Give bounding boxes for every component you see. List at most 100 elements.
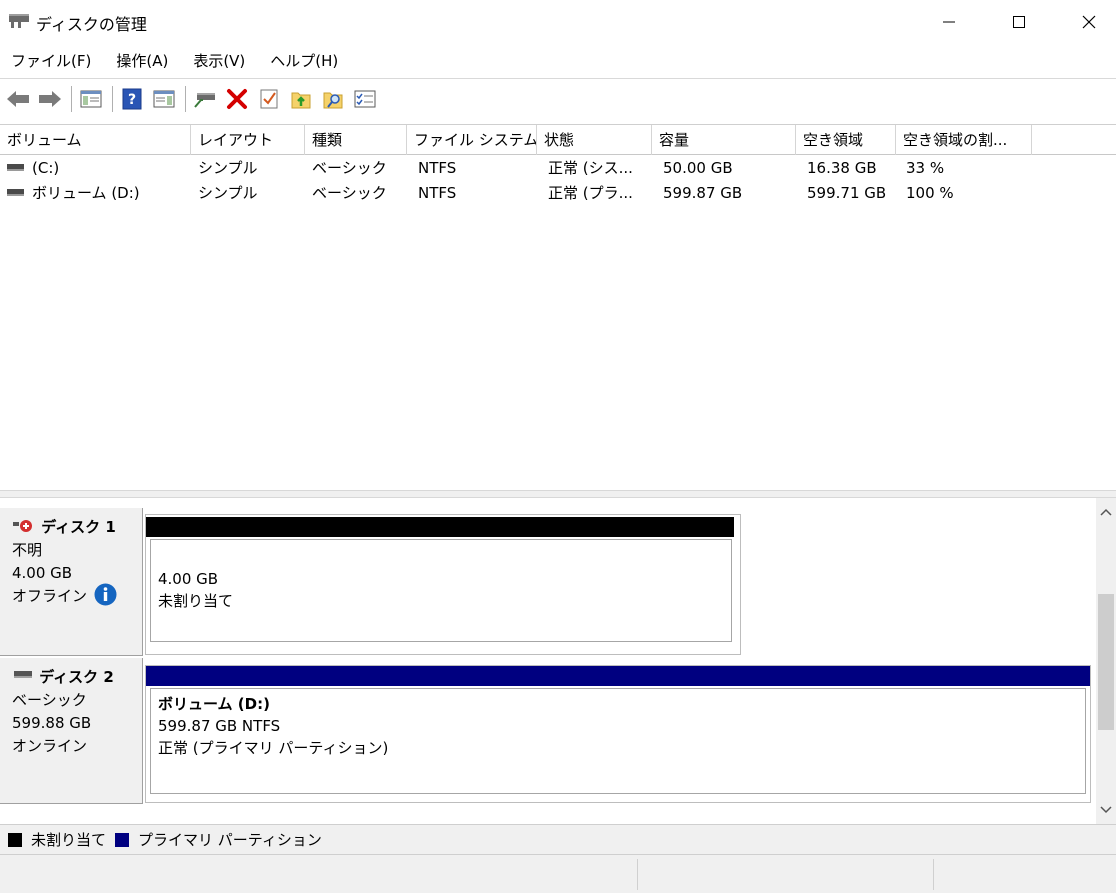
volume-icon [7, 189, 24, 196]
file-system-cell: NTFS [418, 159, 457, 177]
disk-1-type: 不明 [12, 541, 43, 559]
checklist-button[interactable] [254, 84, 284, 114]
layout-cell: シンプル [198, 159, 258, 177]
partition-label: 未割り当て [158, 592, 234, 610]
delete-button[interactable] [222, 84, 252, 114]
volume-cell: (C:) [7, 156, 191, 181]
folder-up-icon [291, 92, 311, 109]
chevron-down-icon [1100, 806, 1112, 814]
close-button[interactable] [1054, 0, 1116, 44]
disk-2-type: ベーシック [12, 691, 87, 709]
legend-label-unallocated: 未割り当て [31, 831, 107, 849]
checklist-icon [260, 89, 278, 109]
unallocated-color-bar [146, 517, 734, 537]
primary-partition-d[interactable]: ボリューム (D:) 599.87 GB NTFS 正常 (プライマリ パーティ… [145, 665, 1091, 803]
menu-bar: ファイル(F) 操作(A) 表示(V) ヘルプ(H) [0, 44, 1116, 78]
minimize-icon [943, 21, 955, 23]
table-row[interactable]: ボリューム (D:) シンプル ベーシック NTFS 正常 (プラ... 599… [0, 181, 1116, 206]
column-header-capacity[interactable]: 容量 [652, 125, 796, 155]
offline-disk-icon [13, 519, 32, 532]
status-cell: 正常 (プラ... [548, 184, 633, 202]
scrollbar-thumb[interactable] [1098, 594, 1114, 730]
volume-list-header: ボリューム レイアウト 種類 ファイル システム 状態 容量 空き領域 空き領域… [0, 125, 1116, 155]
disk-2-name: ディスク 2 [39, 668, 114, 686]
percent-free-cell: 100 % [906, 184, 954, 202]
disk-1-size: 4.00 GB [12, 564, 73, 582]
column-header-percent-free[interactable]: 空き領域の割... [896, 125, 1032, 155]
back-arrow-icon [7, 91, 29, 107]
delete-icon [227, 89, 247, 109]
disk-1-name: ディスク 1 [41, 518, 116, 536]
console-tree-button[interactable] [76, 84, 106, 114]
disk-1-label[interactable]: ディスク 1 不明 4.00 GB オフライン [0, 508, 143, 656]
window-title: ディスクの管理 [36, 15, 147, 34]
show-action-pane-icon [153, 90, 175, 108]
disk-1-title: ディスク 1 [12, 516, 142, 539]
menu-file[interactable]: ファイル(F) [4, 44, 98, 78]
type-cell: ベーシック [312, 159, 387, 177]
disk-1-status-row: オフライン [12, 583, 142, 608]
close-icon [1082, 15, 1096, 29]
primary-partition-details: ボリューム (D:) 599.87 GB NTFS 正常 (プライマリ パーティ… [150, 688, 1086, 794]
toolbar-separator [112, 86, 113, 112]
maximize-icon [1013, 16, 1025, 28]
title-bar: ディスクの管理 [0, 0, 1116, 44]
help-button[interactable]: ? [117, 84, 147, 114]
info-icon[interactable] [94, 583, 117, 606]
show-action-pane-button[interactable] [149, 84, 179, 114]
connect-drive-button[interactable] [190, 84, 220, 114]
column-header-file-system[interactable]: ファイル システム [407, 125, 537, 155]
toolbar-separator [71, 86, 72, 112]
folder-up-button[interactable] [286, 84, 316, 114]
pane-splitter[interactable] [0, 490, 1116, 498]
back-button[interactable] [3, 84, 33, 114]
disk-graphical-view: ディスク 1 不明 4.00 GB オフライン 4.00 GB 未割り当て ディ… [0, 498, 1096, 824]
percent-free-cell: 33 % [906, 159, 945, 177]
volume-cell: ボリューム (D:) [7, 181, 191, 206]
column-header-status[interactable]: 状態 [537, 125, 652, 155]
toolbar-separator [185, 86, 186, 112]
legend-swatch-unallocated [8, 832, 22, 847]
menu-action[interactable]: 操作(A) [109, 44, 175, 78]
table-row[interactable]: (C:) シンプル ベーシック NTFS 正常 (シス... 50.00 GB … [0, 156, 1116, 181]
disk-1-status: オフライン [12, 587, 88, 605]
volume-icon [7, 164, 24, 171]
scroll-down-button[interactable] [1096, 800, 1116, 820]
disk-2-status: オンライン [12, 737, 88, 755]
partition-detail: 599.87 GB NTFS [158, 717, 281, 735]
minimize-button[interactable] [914, 0, 984, 44]
scroll-up-button[interactable] [1096, 502, 1116, 522]
forward-arrow-icon [39, 91, 61, 107]
volume-name: (C:) [32, 159, 60, 177]
status-pane [933, 859, 1116, 890]
primary-partition-color-bar [146, 666, 1090, 686]
disk-2-size: 599.88 GB [12, 714, 92, 732]
column-header-layout[interactable]: レイアウト [191, 125, 305, 155]
disk-view-scrollbar[interactable] [1096, 498, 1116, 824]
properties-icon [354, 90, 376, 108]
help-icon: ? [122, 88, 142, 110]
status-bar [0, 854, 1116, 893]
menu-divider [0, 78, 1116, 79]
folder-search-icon [323, 92, 343, 109]
file-system-cell: NTFS [418, 184, 457, 202]
maximize-button[interactable] [984, 0, 1054, 44]
column-header-type[interactable]: 種類 [305, 125, 407, 155]
connect-drive-icon [194, 93, 215, 108]
folder-search-button[interactable] [318, 84, 348, 114]
unallocated-partition[interactable]: 4.00 GB 未割り当て [145, 514, 741, 655]
partition-size: 4.00 GB [158, 570, 219, 588]
status-cell: 正常 (シス... [548, 159, 633, 177]
disk-2-title: ディスク 2 [12, 666, 142, 689]
menu-view[interactable]: 表示(V) [186, 44, 252, 78]
free-space-cell: 16.38 GB [807, 159, 877, 177]
volume-name: ボリューム (D:) [32, 184, 140, 202]
disk-management-app-icon [9, 14, 29, 28]
free-space-cell: 599.71 GB [807, 184, 887, 202]
column-header-free-space[interactable]: 空き領域 [796, 125, 896, 155]
column-header-volume[interactable]: ボリューム [0, 125, 191, 155]
menu-help[interactable]: ヘルプ(H) [263, 44, 345, 78]
properties-button[interactable] [350, 84, 380, 114]
forward-button[interactable] [35, 84, 65, 114]
disk-2-label[interactable]: ディスク 2 ベーシック 599.88 GB オンライン [0, 658, 143, 804]
